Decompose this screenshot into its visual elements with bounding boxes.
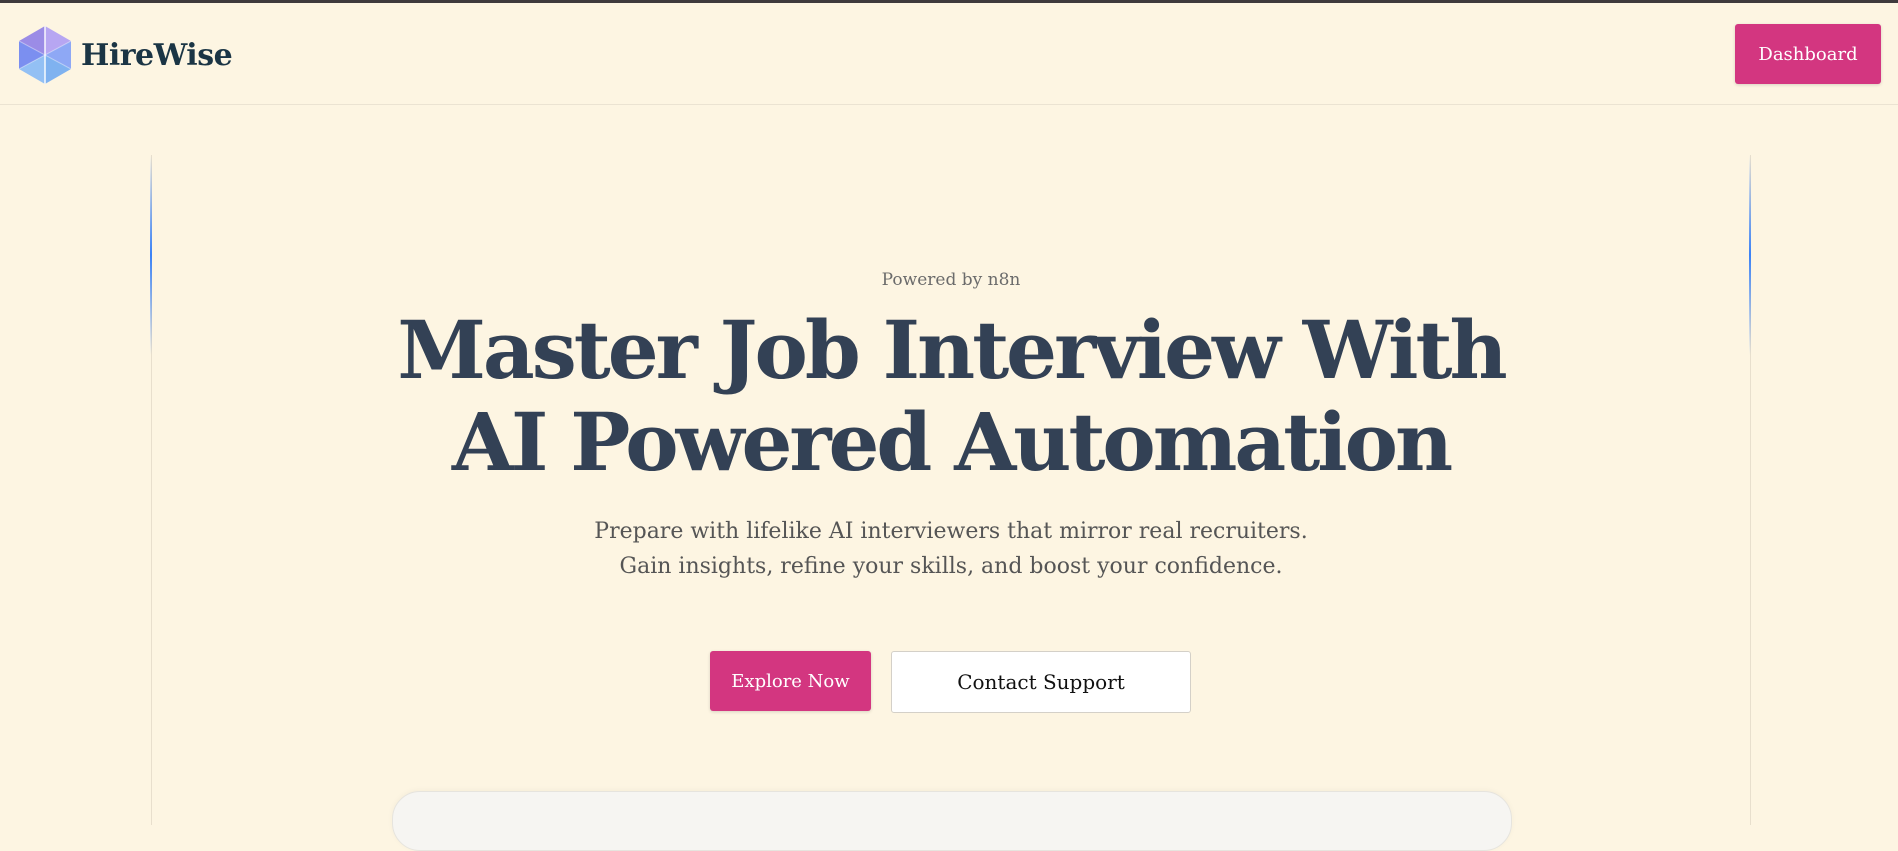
preview-card [392, 791, 1512, 851]
hero-section: Powered by n8n Master Job Interview With… [151, 270, 1751, 584]
hexagon-logo-icon [19, 26, 71, 84]
hero-headline-line-2: AI Powered Automation [451, 395, 1453, 489]
brand-logo-link[interactable]: HireWise [19, 26, 233, 84]
hero-subtitle: Prepare with lifelike AI interviewers th… [594, 519, 1308, 579]
explore-now-button[interactable]: Explore Now [710, 651, 871, 711]
hero-headline-line-1: Master Job Interview With [397, 303, 1507, 397]
brand-name: HireWise [81, 37, 233, 73]
navbar: HireWise Dashboard [0, 3, 1898, 105]
contact-support-button[interactable]: Contact Support [891, 651, 1191, 713]
powered-by-label: Powered by n8n [881, 270, 1021, 290]
dashboard-button[interactable]: Dashboard [1735, 24, 1881, 84]
hero-headline: Master Job Interview With AI Powered Aut… [151, 304, 1751, 488]
cta-row: Explore Now Contact Support [0, 651, 1898, 713]
